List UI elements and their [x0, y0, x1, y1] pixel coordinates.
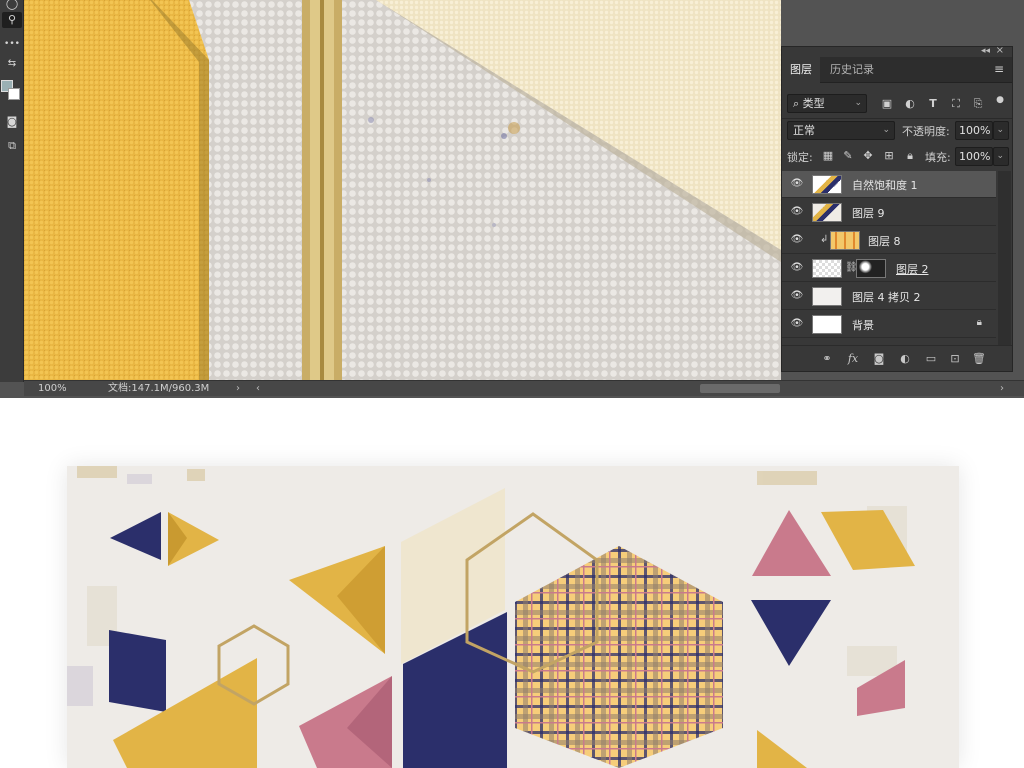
- tab-history[interactable]: 历史记录: [822, 57, 882, 83]
- new-group-icon[interactable]: ▭: [924, 352, 938, 365]
- new-adjustment-icon[interactable]: ◐: [898, 352, 912, 365]
- blend-mode-select[interactable]: 正常 ⌄: [787, 121, 895, 140]
- layer-name[interactable]: 背景: [852, 317, 874, 333]
- adjustment-filter-icon[interactable]: ◐: [903, 97, 917, 111]
- quick-mask-icon[interactable]: ◙: [2, 114, 22, 130]
- layer-thumbnail: [812, 259, 842, 278]
- more-tools-icon[interactable]: •••: [2, 36, 22, 52]
- fill-dropdown[interactable]: ⌄: [993, 147, 1009, 166]
- lock-label: 锁定:: [787, 151, 813, 164]
- close-panel-icon[interactable]: ×: [996, 45, 1004, 56]
- layer-thumbnail: [812, 175, 842, 194]
- canvas-artwork: [24, 0, 781, 380]
- layer-name[interactable]: 图层 4 拷贝 2: [852, 289, 921, 305]
- layer-thumbnail: [812, 315, 842, 334]
- collapse-panel-icon[interactable]: ◂◂: [981, 46, 990, 56]
- zoom-level[interactable]: 100%: [38, 381, 67, 396]
- mustard-tile: [24, 0, 209, 380]
- layer-row[interactable]: 👁︎ 图层 4 拷贝 2: [782, 283, 996, 310]
- new-layer-icon[interactable]: ⊡: [948, 352, 962, 365]
- scroll-right-arrow[interactable]: ›: [1000, 381, 1004, 396]
- zoom-tool-icon[interactable]: ⚲: [2, 12, 22, 28]
- clipping-arrow-icon: ↲: [820, 234, 829, 245]
- opacity-label: 不透明度:: [902, 125, 950, 138]
- visibility-eye-icon[interactable]: 👁︎: [790, 234, 804, 246]
- document-canvas[interactable]: [24, 0, 781, 380]
- smart-object-filter-icon[interactable]: ⎘: [971, 97, 985, 111]
- gold-frame-groove: [320, 0, 324, 380]
- visibility-eye-icon[interactable]: 👁︎: [790, 290, 804, 302]
- layer-thumbnail: [830, 231, 860, 250]
- screen-mode-icon[interactable]: ⧉: [2, 138, 22, 154]
- layer-row[interactable]: 👁︎ 图层 9: [782, 199, 996, 226]
- filter-toggle-icon[interactable]: ●: [993, 93, 1007, 107]
- design-preview: [67, 466, 959, 768]
- lasso-tool-icon[interactable]: ◯: [2, 0, 22, 12]
- layers-scrollbar[interactable]: [998, 171, 1011, 351]
- layer-name[interactable]: 自然饱和度 1: [852, 177, 918, 193]
- image-filter-icon[interactable]: ▣: [880, 97, 894, 111]
- link-layers-icon[interactable]: ⚭: [820, 352, 834, 365]
- photoshop-screenshot: ◯ ⚲ ••• ⇆ ◙ ⧉ 100% 文档:147.1M/960.3M › ‹ …: [0, 0, 1024, 398]
- layer-row[interactable]: 👁︎ ⛓︎ 图层 2: [782, 255, 996, 282]
- layer-filter-label: 类型: [802, 97, 825, 110]
- chevron-down-icon: ⌄: [854, 98, 862, 108]
- chevron-down-icon: ⌄: [996, 151, 1004, 161]
- lock-artboard-icon[interactable]: ⊞: [882, 149, 896, 163]
- layer-filter-select[interactable]: ⌕ 类型 ⌄: [787, 94, 867, 113]
- chevron-down-icon: ⌄: [882, 125, 890, 135]
- scroll-left-arrow[interactable]: ‹: [256, 381, 260, 396]
- horizontal-scrollbar-thumb[interactable]: [700, 384, 780, 393]
- opacity-input[interactable]: 100%: [955, 121, 993, 140]
- page: ◯ ⚲ ••• ⇆ ◙ ⧉ 100% 文档:147.1M/960.3M › ‹ …: [0, 0, 1024, 768]
- add-mask-icon[interactable]: ◙: [872, 352, 886, 365]
- lock-transparent-pixels-icon[interactable]: ▦: [821, 149, 835, 163]
- document-size[interactable]: 文档:147.1M/960.3M: [108, 381, 209, 396]
- visibility-eye-icon[interactable]: 👁︎: [790, 262, 804, 274]
- fill-label: 填充:: [925, 151, 951, 164]
- preview-artwork: [67, 466, 959, 768]
- swap-colors-icon[interactable]: ⇆: [2, 56, 22, 72]
- layer-row[interactable]: 👁︎ ↲ 图层 8: [782, 227, 996, 254]
- layer-name[interactable]: 图层 9: [852, 205, 885, 221]
- divider: [782, 118, 1012, 119]
- lock-icon: 🔒︎: [976, 317, 982, 328]
- lock-all-icon[interactable]: 🔒︎: [903, 149, 917, 163]
- layer-thumbnail: [812, 287, 842, 306]
- layer-mask-thumbnail[interactable]: [856, 259, 886, 278]
- status-bar: 100% 文档:147.1M/960.3M › ‹ ›: [24, 380, 1024, 396]
- type-filter-icon[interactable]: T: [926, 97, 940, 111]
- navy-rhombus: [109, 630, 166, 712]
- opacity-dropdown[interactable]: ⌄: [993, 121, 1009, 140]
- visibility-eye-icon[interactable]: 👁︎: [790, 318, 804, 330]
- status-menu-arrow[interactable]: ›: [236, 381, 240, 396]
- fx-icon[interactable]: fx: [846, 352, 860, 365]
- fill-input[interactable]: 100%: [955, 147, 993, 166]
- panel-menu-icon[interactable]: ≡: [994, 62, 1004, 76]
- layers-panel: ◂◂ × 图层 历史记录 ≡ ⌕ 类型 ⌄ ▣ ◐ T ⛶ ⎘ ● 正常 ⌄ 不…: [781, 45, 1013, 372]
- layer-name[interactable]: 图层 2: [896, 261, 929, 277]
- layer-name[interactable]: 图层 8: [868, 233, 901, 249]
- layer-thumbnail: [812, 203, 842, 222]
- tab-layers[interactable]: 图层: [782, 57, 820, 83]
- chevron-down-icon: ⌄: [996, 125, 1004, 135]
- panel-tabs: 图层 历史记录 ≡: [782, 57, 1012, 83]
- layers-panel-footer: ⚭ fx ◙ ◐ ▭ ⊡ 🗑︎: [782, 345, 1012, 371]
- layer-row[interactable]: 👁︎ 自然饱和度 1: [782, 171, 996, 198]
- visibility-eye-icon[interactable]: 👁︎: [790, 206, 804, 218]
- background-color-swatch[interactable]: [8, 88, 20, 100]
- delete-layer-icon[interactable]: 🗑︎: [972, 352, 986, 365]
- visibility-eye-icon[interactable]: 👁︎: [790, 178, 804, 190]
- search-icon: ⌕: [793, 97, 803, 110]
- layer-row[interactable]: 👁︎ 背景 🔒︎: [782, 311, 996, 338]
- tools-panel: ◯ ⚲ ••• ⇆ ◙ ⧉: [0, 0, 24, 382]
- lock-image-pixels-icon[interactable]: ✎: [841, 149, 855, 163]
- blend-mode-value: 正常: [793, 124, 815, 137]
- lock-position-icon[interactable]: ✥: [861, 149, 875, 163]
- shape-filter-icon[interactable]: ⛶: [949, 97, 963, 111]
